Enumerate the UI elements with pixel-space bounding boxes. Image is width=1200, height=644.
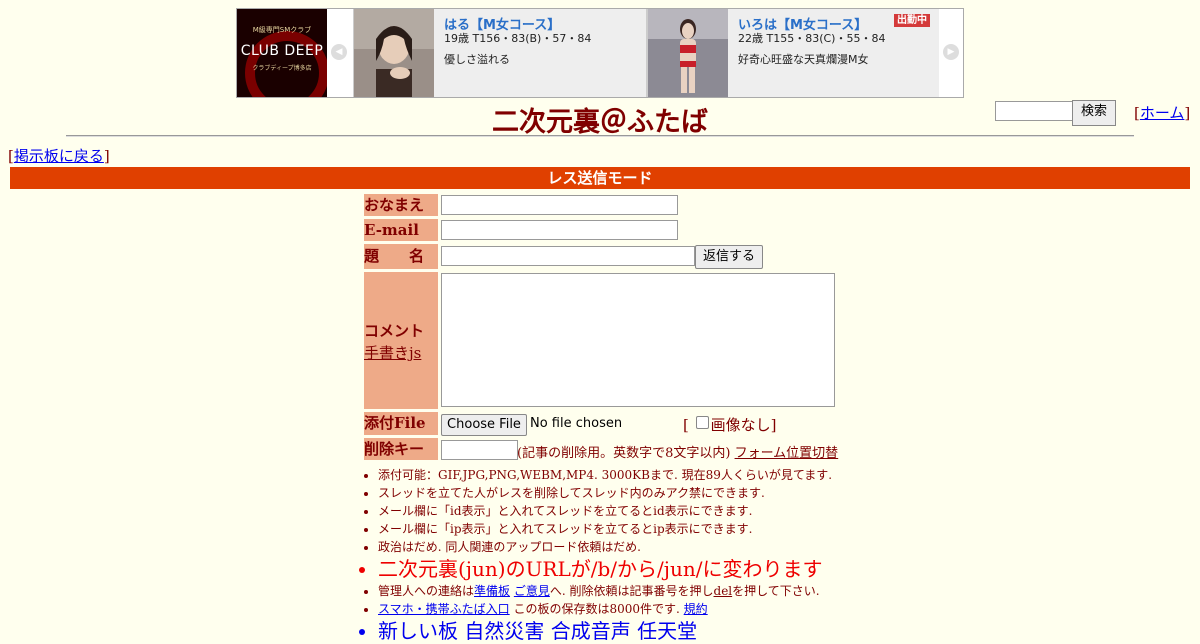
home-nav: [ホーム] — [1134, 102, 1190, 123]
home-link[interactable]: ホーム — [1140, 104, 1185, 122]
divider — [66, 135, 1134, 137]
club-logo[interactable]: M級専門SMクラブ CLUB DEEP クラブディープ博多店 — [237, 9, 327, 97]
list-item: 管理人への連絡は準備板 ご意見へ. 削除依頼は記事番号を押しdelを押して下さい… — [378, 582, 832, 600]
logo-sub-text: クラブディープ博多店 — [252, 65, 312, 72]
notice-list: 添付可能：GIF,JPG,PNG,WEBM,MP4. 3000KBまで. 現在8… — [360, 466, 832, 644]
terms-link[interactable]: 規約 — [684, 602, 708, 616]
banner-prev-button[interactable]: ◀ — [327, 9, 351, 97]
list-item: 政治はだめ. 同人関連のアップロード依頼はだめ. — [378, 538, 832, 556]
url-change-notice: 二次元裏(jun)のURLが/b/から/jun/に変わります — [378, 556, 832, 582]
delete-key-label: 削除キー — [364, 438, 438, 460]
card-spec: 22歳 T155・83(C)・55・84 — [738, 32, 886, 45]
list-item: メール欄に「id表示」と入れてスレッドを立てるとid表示にできます. — [378, 502, 832, 520]
no-image-checkbox[interactable] — [695, 416, 709, 429]
delete-request-suffix: を押して下さい. — [732, 584, 820, 598]
delete-key-note: (記事の削除用。英数字で8文字以内) フォーム位置切替 — [517, 442, 838, 461]
subject-label: 題 名 — [364, 244, 438, 269]
name-label: おなまえ — [364, 194, 438, 216]
email-input[interactable] — [441, 220, 678, 240]
form-position-toggle-link[interactable]: フォーム位置切替 — [735, 446, 839, 461]
delete-key-input[interactable] — [441, 440, 518, 460]
list-item: スレッドを立てた人がレスを削除してスレッド内のみアク禁にできます. — [378, 484, 832, 502]
on-duty-badge: 出勤中 — [894, 14, 930, 27]
card-description: 好奇心旺盛な天真爛漫M女 — [738, 53, 869, 66]
bracket-close: ] — [1184, 104, 1191, 122]
card-spec: 19歳 T156・83(B)・57・84 — [444, 32, 592, 45]
contact-text: 管理人への連絡は — [378, 584, 475, 598]
list-item: メール欄に「ip表示」と入れてスレッドを立てるとip表示にできます. — [378, 520, 832, 538]
feedback-link[interactable]: ご意見 — [514, 584, 550, 598]
file-status: No file chosen — [530, 416, 623, 431]
name-input[interactable] — [441, 195, 678, 215]
prep-board-link[interactable]: 準備板 — [474, 584, 510, 598]
subject-input[interactable] — [441, 246, 695, 266]
mobile-entrance-link[interactable]: スマホ・携帯ふたば入口 — [378, 602, 510, 616]
handwriting-link[interactable]: 手書きjs — [364, 342, 438, 363]
list-item: 添付可能：GIF,JPG,PNG,WEBM,MP4. 3000KBまで. 現在8… — [378, 466, 832, 484]
chevron-left-icon: ◀ — [331, 44, 347, 60]
search-input[interactable] — [995, 101, 1078, 121]
delete-request-text: へ. 削除依頼は記事番号を押し — [549, 584, 714, 598]
delete-key-hint: (記事の削除用。英数字で8文字以内) — [517, 446, 731, 461]
back-nav: [掲示板に戻る] — [8, 145, 110, 166]
ad-banner[interactable]: M級専門SMクラブ CLUB DEEP クラブディープ博多店 ◀ はる【M女コー… — [236, 8, 964, 98]
logo-main-text: CLUB DEEP — [240, 43, 324, 59]
back-to-board-link[interactable]: 掲示板に戻る — [14, 147, 104, 165]
new-boards-list[interactable]: 新しい板 自然災害 合成音声 任天堂 — [378, 618, 832, 644]
profile-photo — [648, 9, 728, 97]
bracket-close: ] — [103, 147, 110, 165]
banner-next-button[interactable]: ▶ — [939, 9, 963, 97]
search-button[interactable]: 検索 — [1072, 100, 1116, 126]
no-image-option: [ 画像なし] — [683, 414, 777, 435]
comment-textarea[interactable] — [441, 273, 835, 407]
list-item: スマホ・携帯ふたば入口 この板の保存数は8000件です. 規約 — [378, 600, 832, 618]
profile-photo — [354, 9, 434, 97]
choose-file-button[interactable]: Choose File — [441, 414, 527, 436]
banner-card[interactable]: いろは【M女コース】 22歳 T155・83(C)・55・84 好奇心旺盛な天真… — [647, 9, 941, 97]
card-description: 優しさ溢れる — [444, 53, 510, 66]
comment-label: コメント — [364, 322, 425, 340]
bracket-close: ] — [770, 416, 777, 434]
del-link[interactable]: del — [714, 584, 733, 598]
comment-label-cell: コメント 手書きjs — [364, 272, 438, 409]
email-label: E-mail — [364, 219, 438, 241]
bracket-open: [ — [683, 416, 689, 434]
logo-top-text: M級専門SMクラブ — [252, 26, 312, 34]
no-image-label: 画像なし — [710, 416, 771, 434]
reply-mode-bar: レス送信モード — [10, 167, 1190, 189]
file-label: 添付File — [364, 412, 438, 435]
banner-card[interactable]: はる【M女コース】 19歳 T156・83(B)・57・84 優しさ溢れる — [353, 9, 647, 97]
chevron-right-icon: ▶ — [943, 44, 959, 60]
storage-count-text: この板の保存数は8000件です. — [513, 602, 680, 616]
submit-reply-button[interactable]: 返信する — [695, 245, 763, 269]
